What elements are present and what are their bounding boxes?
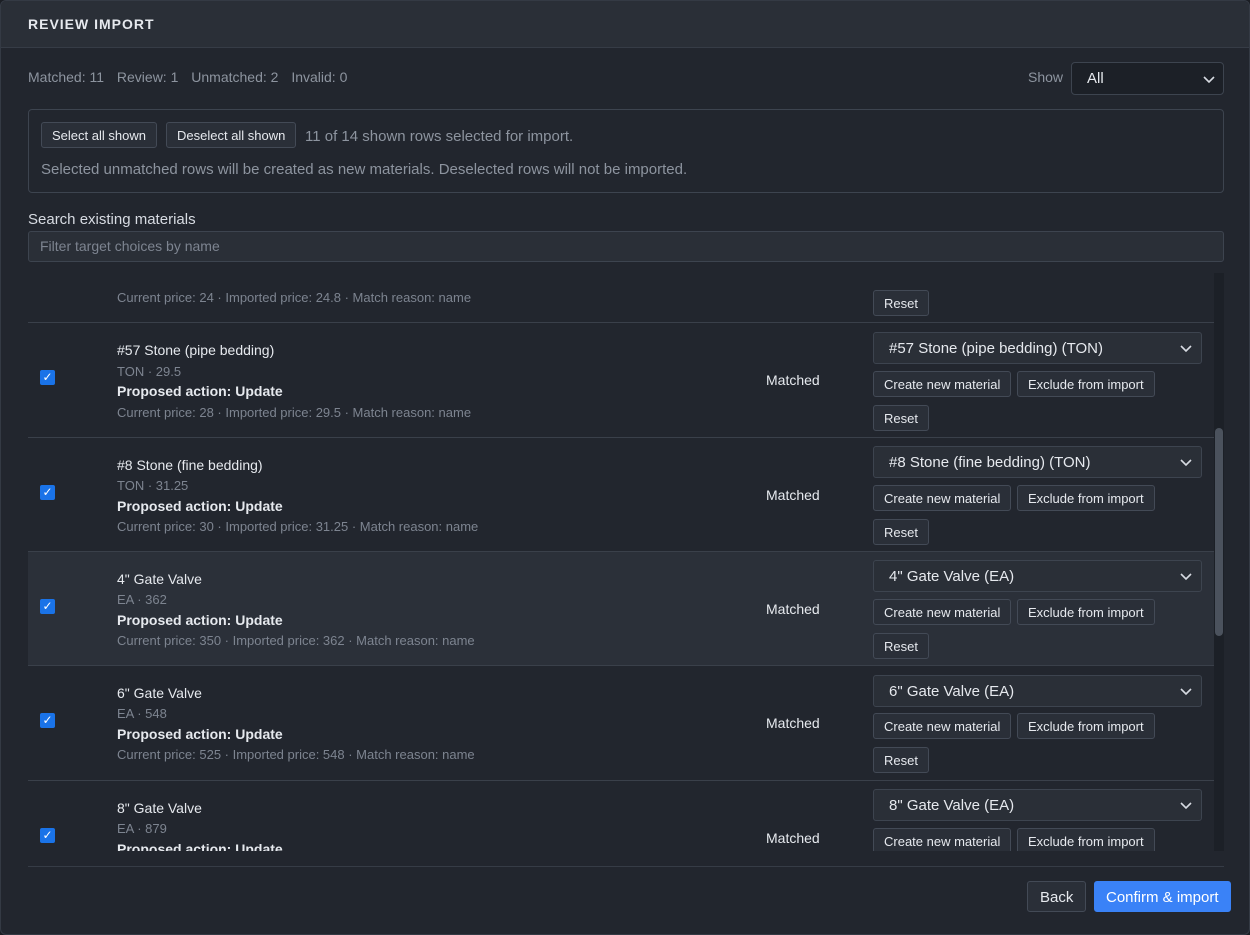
table-row: Current price: 24 · Imported price: 24.8… <box>28 273 1214 323</box>
invalid-count: Invalid: 0 <box>291 69 348 85</box>
matched-count: Matched: 11 <box>28 69 105 85</box>
row-material-name: 6" Gate Valve <box>117 685 202 701</box>
selection-count: 11 of 14 shown rows selected for import. <box>305 128 574 145</box>
row-match-reason: Current price: 30 · Imported price: 31.2… <box>117 519 479 534</box>
create-new-material-button[interactable]: Create new material <box>873 485 1012 511</box>
target-material-select[interactable]: 4" Gate Valve (EA) <box>873 560 1202 592</box>
review-count: Review: 1 <box>116 69 179 85</box>
row-proposed-action: Proposed action: Update <box>117 383 283 399</box>
target-material-value: 6" Gate Valve (EA) <box>889 683 1015 700</box>
create-new-material-button[interactable]: Create new material <box>873 599 1012 625</box>
select-all-shown-button[interactable]: Select all shown <box>41 122 157 148</box>
table-row: ✓ 4" Gate Valve EA · 362 Proposed action… <box>28 552 1214 666</box>
row-proposed-action: Proposed action: Update <box>117 498 283 514</box>
dialog-title: REVIEW IMPORT <box>28 16 155 32</box>
search-input[interactable]: Filter target choices by name <box>28 231 1224 262</box>
selection-panel: Select all shown Deselect all shown 11 o… <box>28 109 1224 193</box>
row-match-reason: Current price: 525 · Imported price: 548… <box>117 747 475 762</box>
dialog-header: REVIEW IMPORT <box>1 1 1249 48</box>
search-label: Search existing materials <box>28 211 196 228</box>
row-unit-price: EA · 879 <box>117 821 167 836</box>
chevron-down-icon <box>1180 459 1192 467</box>
confirm-import-button[interactable]: Confirm & import <box>1094 881 1231 912</box>
table-row: ✓ #57 Stone (pipe bedding) TON · 29.5 Pr… <box>28 324 1214 438</box>
target-material-value: #57 Stone (pipe bedding) (TON) <box>889 340 1104 357</box>
row-unit-price: TON · 29.5 <box>117 364 182 379</box>
target-material-select[interactable]: 6" Gate Valve (EA) <box>873 675 1202 707</box>
scrollbar-thumb[interactable] <box>1215 428 1223 636</box>
selection-note: Selected unmatched rows will be created … <box>41 161 688 178</box>
match-summary: Matched: 11 Review: 1 Unmatched: 2 Inval… <box>28 69 356 85</box>
row-status: Matched <box>766 715 820 731</box>
row-checkbox[interactable]: ✓ <box>40 828 55 843</box>
row-material-name: 4" Gate Valve <box>117 571 202 587</box>
chevron-down-icon <box>1180 573 1192 581</box>
target-material-select[interactable]: #57 Stone (pipe bedding) (TON) <box>873 332 1202 364</box>
target-material-value: #8 Stone (fine bedding) (TON) <box>889 454 1091 471</box>
row-unit-price: EA · 362 <box>117 592 167 607</box>
row-material-name: 8" Gate Valve <box>117 800 202 816</box>
chevron-down-icon <box>1203 76 1215 84</box>
footer-divider <box>28 866 1224 867</box>
chevron-down-icon <box>1180 345 1192 353</box>
create-new-material-button[interactable]: Create new material <box>873 828 1012 851</box>
exclude-from-import-button[interactable]: Exclude from import <box>1017 371 1155 397</box>
table-row: ✓ 8" Gate Valve EA · 879 Proposed action… <box>28 781 1214 851</box>
exclude-from-import-button[interactable]: Exclude from import <box>1017 485 1155 511</box>
back-button[interactable]: Back <box>1027 881 1087 912</box>
row-proposed-action: Proposed action: Update <box>117 841 283 851</box>
row-match-reason: Current price: 24 · Imported price: 24.8… <box>117 290 472 305</box>
create-new-material-button[interactable]: Create new material <box>873 713 1012 739</box>
row-status: Matched <box>766 372 820 388</box>
row-status: Matched <box>766 487 820 503</box>
table-row: ✓ 6" Gate Valve EA · 548 Proposed action… <box>28 667 1214 781</box>
review-import-dialog: REVIEW IMPORT Matched: 11 Review: 1 Unma… <box>0 0 1250 935</box>
reset-button[interactable]: Reset <box>873 405 929 431</box>
create-new-material-button[interactable]: Create new material <box>873 371 1012 397</box>
row-unit-price: EA · 548 <box>117 706 167 721</box>
row-material-name: #57 Stone (pipe bedding) <box>117 342 275 358</box>
row-proposed-action: Proposed action: Update <box>117 612 283 628</box>
deselect-all-shown-button[interactable]: Deselect all shown <box>166 122 297 148</box>
row-checkbox[interactable]: ✓ <box>40 485 55 500</box>
exclude-from-import-button[interactable]: Exclude from import <box>1017 713 1155 739</box>
row-checkbox[interactable]: ✓ <box>40 370 55 385</box>
row-material-name: #8 Stone (fine bedding) <box>117 457 263 473</box>
chevron-down-icon <box>1180 688 1192 696</box>
row-status: Matched <box>766 601 820 617</box>
row-unit-price: TON · 31.25 <box>117 478 189 493</box>
target-material-select[interactable]: 8" Gate Valve (EA) <box>873 789 1202 821</box>
exclude-from-import-button[interactable]: Exclude from import <box>1017 599 1155 625</box>
reset-button[interactable]: Reset <box>873 747 929 773</box>
reset-button[interactable]: Reset <box>873 290 929 316</box>
table-row: ✓ #8 Stone (fine bedding) TON · 31.25 Pr… <box>28 438 1214 552</box>
show-filter-label: Show <box>1028 69 1064 85</box>
import-rows-list[interactable]: Current price: 24 · Imported price: 24.8… <box>28 273 1224 851</box>
unmatched-count: Unmatched: 2 <box>191 69 279 85</box>
show-filter-value: All <box>1087 70 1104 87</box>
target-material-value: 8" Gate Valve (EA) <box>889 797 1015 814</box>
show-filter-select[interactable]: All <box>1071 62 1224 95</box>
row-checkbox[interactable]: ✓ <box>40 713 55 728</box>
row-checkbox[interactable]: ✓ <box>40 599 55 614</box>
row-proposed-action: Proposed action: Update <box>117 726 283 742</box>
row-status: Matched <box>766 830 820 846</box>
row-match-reason: Current price: 28 · Imported price: 29.5… <box>117 405 472 420</box>
row-match-reason: Current price: 350 · Imported price: 362… <box>117 633 475 648</box>
exclude-from-import-button[interactable]: Exclude from import <box>1017 828 1155 851</box>
target-material-select[interactable]: #8 Stone (fine bedding) (TON) <box>873 446 1202 478</box>
chevron-down-icon <box>1180 802 1192 810</box>
reset-button[interactable]: Reset <box>873 633 929 659</box>
target-material-value: 4" Gate Valve (EA) <box>889 568 1015 585</box>
reset-button[interactable]: Reset <box>873 519 929 545</box>
